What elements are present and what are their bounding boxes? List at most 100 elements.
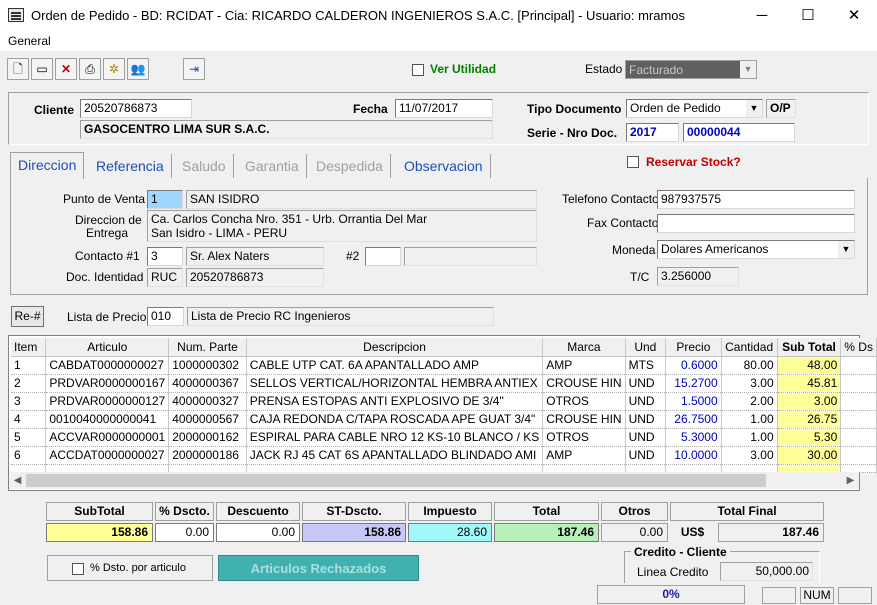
cell-pct-ds[interactable]: [840, 356, 877, 375]
cell-item[interactable]: 5: [11, 428, 47, 447]
col-precio[interactable]: Precio: [665, 338, 722, 357]
table-row[interactable]: 3 PRDVAR0000000127 4000000327 PRENSA ESTOPA…: [11, 392, 877, 411]
cell-marca[interactable]: CROUSE HIN: [542, 374, 626, 393]
cell-sub-total[interactable]: 5.30: [777, 428, 842, 447]
maximize-button[interactable]: ☐: [785, 0, 831, 31]
horizontal-scrollbar[interactable]: ◀ ▶: [9, 472, 859, 489]
tipo-doc-select[interactable]: Orden de Pedido ▼: [626, 99, 763, 118]
cell-und[interactable]: UND: [625, 410, 667, 429]
cell-sub-total[interactable]: 45.81: [777, 374, 842, 393]
cell-item[interactable]: 4: [11, 410, 47, 429]
scroll-left-icon[interactable]: ◀: [9, 472, 26, 489]
cell-articulo[interactable]: CABDAT0000000027: [45, 356, 170, 375]
col-num-parte[interactable]: Num. Parte: [168, 338, 247, 357]
menu-general[interactable]: General: [8, 34, 51, 48]
new-document-icon[interactable]: 🗋: [7, 58, 29, 80]
tab-saludo[interactable]: Saludo: [175, 154, 234, 178]
cell-num-parte[interactable]: 4000000567: [168, 410, 247, 429]
cell-precio[interactable]: 0.6000: [665, 356, 722, 375]
ver-utilidad-checkbox[interactable]: [412, 64, 424, 76]
cell-descripcion[interactable]: CAJA REDONDA C/TAPA ROSCADA APE GUAT 3/4…: [246, 410, 544, 429]
cell-pct-ds[interactable]: [840, 410, 877, 429]
cell-marca[interactable]: AMP: [542, 446, 626, 465]
cell-item[interactable]: 2: [11, 374, 47, 393]
serie-field[interactable]: 2017: [626, 123, 679, 142]
print-icon[interactable]: ⎙: [79, 58, 101, 80]
fax-field[interactable]: [657, 214, 855, 233]
punto-venta-code[interactable]: 1: [147, 190, 183, 209]
cell-und[interactable]: MTS: [625, 356, 667, 375]
delete-icon[interactable]: ✕: [55, 58, 77, 80]
cell-precio[interactable]: 5.3000: [665, 428, 722, 447]
cell-cantidad[interactable]: 3.00: [721, 446, 778, 465]
exit-icon[interactable]: ⇥: [183, 58, 205, 80]
cell-pct-ds[interactable]: [840, 446, 877, 465]
pct-dscto-value[interactable]: 0.00: [155, 523, 214, 542]
cell-num-parte[interactable]: 4000000367: [168, 374, 247, 393]
col-sub-total[interactable]: Sub Total: [777, 338, 842, 357]
cell-articulo[interactable]: ACCVAR0000000001: [45, 428, 170, 447]
col-articulo[interactable]: Articulo: [45, 338, 170, 357]
lista-precio-code[interactable]: 010: [147, 307, 184, 326]
table-row[interactable]: 1 CABDAT0000000027 1000000302 CABLE UTP CAT…: [11, 356, 877, 375]
cell-marca[interactable]: AMP: [542, 356, 626, 375]
col-marca[interactable]: Marca: [542, 338, 626, 357]
cell-num-parte[interactable]: 4000000327: [168, 392, 247, 411]
scroll-right-icon[interactable]: ▶: [842, 472, 859, 489]
col-cantidad[interactable]: Cantidad: [721, 338, 778, 357]
save-icon[interactable]: ▭: [31, 58, 53, 80]
cell-und[interactable]: UND: [625, 446, 667, 465]
cell-und[interactable]: UND: [625, 392, 667, 411]
cell-cantidad[interactable]: 1.00: [721, 428, 778, 447]
table-row[interactable]: 5 ACCVAR0000000001 2000000162 ESPIRAL PARA …: [11, 428, 877, 447]
cell-precio[interactable]: 10.0000: [665, 446, 722, 465]
cell-descripcion[interactable]: PRENSA ESTOPAS ANTI EXPLOSIVO DE 3/4": [246, 392, 544, 411]
tab-direccion[interactable]: Direccion: [10, 152, 85, 179]
users-icon[interactable]: 👥: [127, 58, 149, 80]
cell-item[interactable]: 6: [11, 446, 47, 465]
cell-precio[interactable]: 15.2700: [665, 374, 722, 393]
tab-referencia[interactable]: Referencia: [89, 154, 172, 178]
cell-marca[interactable]: OTROS: [542, 392, 626, 411]
dscto-articulo-checkbox[interactable]: [72, 563, 84, 575]
cell-pct-ds[interactable]: [840, 428, 877, 447]
moneda-select[interactable]: Dolares Americanos ▼: [657, 240, 855, 259]
minimize-button[interactable]: ─: [739, 0, 785, 31]
cell-num-parte[interactable]: 1000000302: [168, 356, 247, 375]
col-und[interactable]: Und: [625, 338, 667, 357]
cell-sub-total[interactable]: 48.00: [777, 356, 842, 375]
close-button[interactable]: ✕: [831, 0, 877, 31]
renumber-button[interactable]: Re-#: [11, 306, 44, 327]
dscto-articulo-box[interactable]: % Dsto. por articulo: [47, 555, 213, 581]
reservar-stock-checkbox[interactable]: [627, 156, 639, 168]
tab-garantia[interactable]: Garantia: [238, 154, 307, 178]
estado-select[interactable]: Facturado ▼: [625, 60, 757, 79]
cell-cantidad[interactable]: 3.00: [721, 374, 778, 393]
cell-descripcion[interactable]: SELLOS VERTICAL/HORIZONTAL HEMBRA ANTIEX: [246, 374, 544, 393]
contacto-num[interactable]: 3: [147, 247, 183, 266]
col-item[interactable]: Item: [11, 338, 47, 357]
tab-observacion[interactable]: Observacion: [397, 154, 491, 178]
cell-cantidad[interactable]: 2.00: [721, 392, 778, 411]
cell-articulo[interactable]: 0010040000000041: [45, 410, 170, 429]
cell-precio[interactable]: 26.7500: [665, 410, 722, 429]
col-pct-ds[interactable]: % Ds: [840, 338, 877, 357]
cell-pct-ds[interactable]: [840, 374, 877, 393]
cell-pct-ds[interactable]: [840, 392, 877, 411]
contacto2-num[interactable]: [365, 247, 401, 266]
table-row[interactable]: 4 0010040000000041 4000000567 CAJA REDONDA …: [11, 410, 877, 429]
cell-und[interactable]: UND: [625, 428, 667, 447]
cell-item[interactable]: 3: [11, 392, 47, 411]
cell-sub-total[interactable]: 30.00: [777, 446, 842, 465]
cell-und[interactable]: UND: [625, 374, 667, 393]
fecha-field[interactable]: 11/07/2017: [395, 99, 493, 118]
cell-cantidad[interactable]: 1.00: [721, 410, 778, 429]
scroll-thumb[interactable]: [26, 474, 766, 487]
cell-sub-total[interactable]: 3.00: [777, 392, 842, 411]
cell-descripcion[interactable]: ESPIRAL PARA CABLE NRO 12 KS-10 BLANCO /…: [246, 428, 544, 447]
col-descripcion[interactable]: Descripcion: [246, 338, 544, 357]
cell-precio[interactable]: 1.5000: [665, 392, 722, 411]
nro-doc-field[interactable]: 00000044: [683, 123, 795, 142]
cell-sub-total[interactable]: 26.75: [777, 410, 842, 429]
cell-item[interactable]: 1: [11, 356, 47, 375]
